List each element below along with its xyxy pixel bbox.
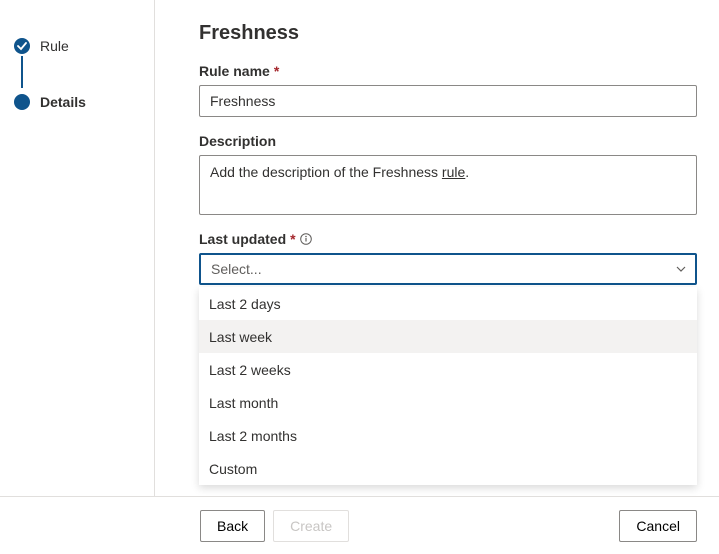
rule-name-input[interactable] (199, 85, 697, 117)
step-rule[interactable]: Rule (14, 32, 144, 60)
check-icon (14, 38, 30, 54)
dropdown-option[interactable]: Last month (199, 386, 697, 419)
last-updated-dropdown[interactable]: Select... (199, 253, 697, 285)
dropdown-option[interactable]: Last 2 weeks (199, 353, 697, 386)
footer: Back Create Cancel (0, 496, 719, 554)
required-asterisk: * (290, 231, 295, 247)
dropdown-option[interactable]: Last week (199, 320, 697, 353)
cancel-button[interactable]: Cancel (619, 510, 697, 542)
rule-name-label: Rule name * (199, 63, 697, 79)
current-step-icon (14, 94, 30, 110)
step-label: Details (40, 94, 86, 110)
step-connector (21, 56, 23, 88)
dropdown-list: Last 2 daysLast weekLast 2 weeksLast mon… (199, 287, 697, 485)
description-label: Description (199, 133, 697, 149)
last-updated-label: Last updated * (199, 231, 697, 247)
required-asterisk: * (274, 63, 279, 79)
dropdown-option[interactable]: Last 2 months (199, 419, 697, 452)
dropdown-option[interactable]: Last 2 days (199, 287, 697, 320)
page-title: Freshness (199, 22, 697, 45)
step-label: Rule (40, 38, 69, 54)
step-details[interactable]: Details (14, 88, 144, 116)
sidebar: Rule Details (0, 0, 155, 554)
info-icon[interactable] (300, 233, 312, 245)
chevron-down-icon (675, 263, 687, 275)
dropdown-placeholder: Select... (211, 261, 262, 277)
create-button: Create (273, 510, 349, 542)
main-panel: Freshness Rule name * Description Add th… (155, 0, 719, 554)
description-textarea[interactable]: Add the description of the Freshness rul… (199, 155, 697, 215)
dropdown-option[interactable]: Custom (199, 452, 697, 485)
back-button[interactable]: Back (200, 510, 265, 542)
